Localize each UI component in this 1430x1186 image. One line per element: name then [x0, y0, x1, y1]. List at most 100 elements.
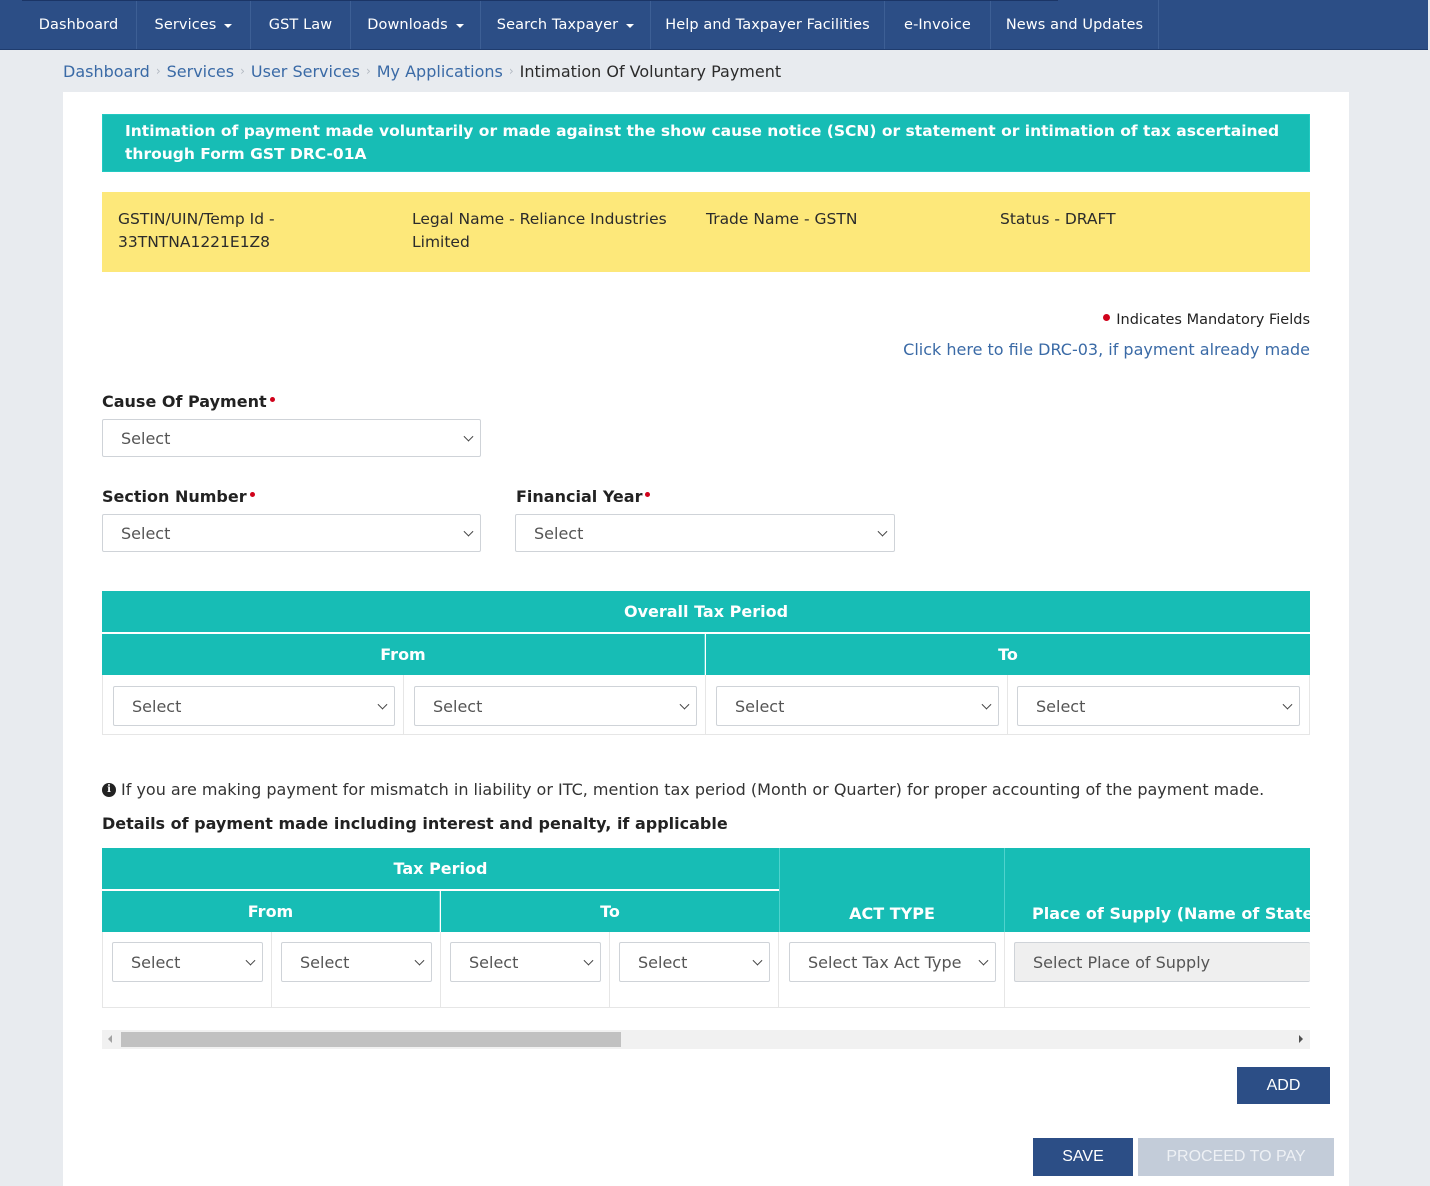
- required-dot-icon: [269, 397, 275, 402]
- overall-from-header: From: [102, 634, 705, 675]
- nav-label: GST Law: [268, 16, 333, 33]
- info-note-text: If you are making payment for mismatch i…: [121, 780, 1265, 799]
- caret-down-icon: [455, 23, 464, 28]
- nav-item-help[interactable]: Help and Taxpayer Facilities: [651, 0, 885, 49]
- chevron-down-icon: [752, 955, 763, 966]
- period-to-month-select[interactable]: Select: [450, 942, 601, 982]
- chevron-down-icon: [245, 955, 256, 966]
- breadcrumb-separator-icon: ›: [240, 64, 245, 78]
- trade-name-info: Trade Name - GSTN: [706, 210, 858, 228]
- act-type-header: ACT TYPE: [779, 848, 1005, 932]
- period-to-year-select[interactable]: Select: [619, 942, 770, 982]
- table-horizontal-scrollbar[interactable]: [102, 1030, 1310, 1049]
- chevron-down-icon: [679, 699, 690, 710]
- tax-period-header: Tax Period: [102, 848, 779, 889]
- breadcrumb-separator-icon: ›: [155, 64, 161, 78]
- select-value: Select Place of Supply: [1033, 952, 1211, 972]
- taxpayer-info-bar: GSTIN/UIN/Temp Id - 33TNTNA1221E1Z8 Lega…: [102, 192, 1310, 272]
- chevron-down-icon: [981, 699, 992, 710]
- page-title-banner: Intimation of payment made voluntarily o…: [102, 114, 1310, 172]
- nav-label: e-Invoice: [904, 16, 971, 33]
- breadcrumb-separator-icon: ›: [508, 64, 514, 78]
- info-icon: i: [102, 782, 116, 797]
- mandatory-fields-text: Indicates Mandatory Fields: [1116, 312, 1310, 328]
- add-button[interactable]: ADD: [1237, 1067, 1330, 1104]
- legal-name-info: Legal Name - Reliance Industries Limited: [412, 210, 667, 251]
- select-value: Select: [1036, 696, 1086, 716]
- nav-item-services[interactable]: Services: [137, 0, 251, 49]
- nav-item-search-taxpayer[interactable]: Search Taxpayer: [481, 0, 651, 49]
- mandatory-fields-note: Indicates Mandatory Fields: [1103, 312, 1310, 328]
- select-value: Select: [121, 428, 171, 448]
- info-note: i If you are making payment for mismatch…: [102, 780, 1264, 799]
- nav-item-downloads[interactable]: Downloads: [351, 0, 481, 49]
- scroll-right-arrow-icon[interactable]: [1299, 1035, 1303, 1043]
- label-text: Section Number: [102, 487, 247, 506]
- nav-label: Dashboard: [38, 16, 119, 33]
- nav-label: Services: [154, 16, 217, 33]
- financial-year-select[interactable]: Select: [515, 514, 895, 552]
- nav-item-news[interactable]: News and Updates: [991, 0, 1159, 49]
- select-value: Select: [469, 952, 519, 972]
- select-value: Select: [638, 952, 688, 972]
- main-panel: Intimation of payment made voluntarily o…: [63, 92, 1349, 1186]
- caret-down-icon: [626, 23, 635, 28]
- select-value: Select: [131, 952, 181, 972]
- overall-from-year-select[interactable]: Select: [414, 686, 697, 726]
- required-dot-icon: [645, 492, 651, 497]
- nav-item-gst-law[interactable]: GST Law: [251, 0, 351, 49]
- proceed-to-pay-button[interactable]: PROCEED TO PAY: [1138, 1138, 1334, 1176]
- breadcrumb-separator-icon: ›: [365, 64, 371, 78]
- chevron-down-icon: [463, 526, 474, 537]
- overall-to-year-select[interactable]: Select: [1017, 686, 1300, 726]
- section-number-label: Section Number: [102, 487, 255, 506]
- chevron-down-icon: [1282, 699, 1293, 710]
- financial-year-label: Financial Year: [516, 487, 651, 506]
- chevron-down-icon: [377, 699, 388, 710]
- nav-item-dashboard[interactable]: Dashboard: [21, 0, 137, 49]
- period-from-month-select[interactable]: Select: [112, 942, 263, 982]
- scrollbar-thumb[interactable]: [121, 1032, 621, 1047]
- required-dot-icon: [249, 492, 255, 497]
- place-of-supply-header: Place of Supply (Name of State: [1005, 848, 1310, 932]
- scroll-left-arrow-icon[interactable]: [108, 1035, 112, 1043]
- section-number-select[interactable]: Select: [102, 514, 481, 552]
- overall-to-month-select[interactable]: Select: [716, 686, 999, 726]
- chevron-down-icon: [583, 955, 594, 966]
- breadcrumb-services[interactable]: Services: [167, 62, 234, 81]
- period-from-year-select[interactable]: Select: [281, 942, 432, 982]
- status-info: Status - DRAFT: [1000, 210, 1116, 228]
- select-value: Select: [534, 523, 584, 543]
- cause-of-payment-label: Cause Of Payment: [102, 392, 275, 411]
- nav-item-e-invoice[interactable]: e-Invoice: [885, 0, 991, 49]
- top-navigation: Dashboard Services GST Law Downloads Sea…: [0, 0, 1428, 50]
- nav-label: Search Taxpayer: [496, 16, 619, 33]
- cause-of-payment-select[interactable]: Select: [102, 419, 481, 457]
- chevron-down-icon: [414, 955, 425, 966]
- required-dot-icon: [1103, 313, 1111, 321]
- select-value: Select: [433, 696, 483, 716]
- nav-label: News and Updates: [1005, 16, 1144, 33]
- file-drc03-link[interactable]: Click here to file DRC-03, if payment al…: [903, 340, 1310, 359]
- tax-period-from-header: From: [102, 891, 440, 932]
- nav-label: Downloads: [367, 16, 448, 33]
- chevron-down-icon: [877, 526, 888, 537]
- select-value: Select: [132, 696, 182, 716]
- act-type-select[interactable]: Select Tax Act Type: [789, 942, 996, 982]
- breadcrumb-my-applications[interactable]: My Applications: [377, 62, 503, 81]
- breadcrumb-dashboard[interactable]: Dashboard: [63, 62, 150, 81]
- save-button[interactable]: SAVE: [1033, 1138, 1133, 1176]
- select-value: Select: [300, 952, 350, 972]
- breadcrumb-user-services[interactable]: User Services: [251, 62, 360, 81]
- overall-from-month-select[interactable]: Select: [113, 686, 395, 726]
- label-text: Cause Of Payment: [102, 392, 267, 411]
- nav-label: Help and Taxpayer Facilities: [665, 16, 870, 33]
- place-of-supply-select[interactable]: Select Place of Supply: [1014, 942, 1310, 982]
- select-value: Select: [121, 523, 171, 543]
- breadcrumb: Dashboard › Services › User Services › M…: [63, 60, 781, 82]
- nav-top-line: [22, 0, 1058, 1]
- chevron-down-icon: [463, 431, 474, 442]
- caret-down-icon: [224, 23, 233, 28]
- chevron-down-icon: [978, 955, 989, 966]
- select-value: Select Tax Act Type: [808, 952, 962, 972]
